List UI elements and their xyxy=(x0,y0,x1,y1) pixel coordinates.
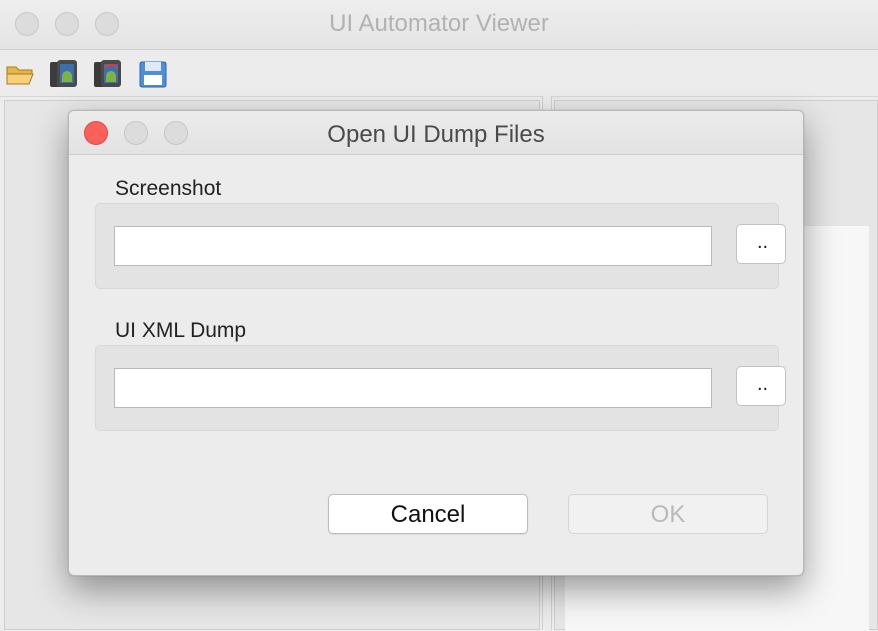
dialog-title: Open UI Dump Files xyxy=(327,121,545,148)
ok-button[interactable]: OK xyxy=(568,494,768,534)
xml-dump-group: .. xyxy=(95,345,786,431)
toolbar xyxy=(0,50,878,97)
xml-dump-browse-button[interactable]: .. xyxy=(736,366,786,406)
cancel-button[interactable]: Cancel xyxy=(328,494,528,534)
screenshot-browse-button[interactable]: .. xyxy=(736,224,786,264)
device-screenshot-compressed-icon[interactable] xyxy=(92,59,126,89)
main-window-titlebar: UI Automator Viewer xyxy=(0,0,878,50)
open-folder-icon[interactable] xyxy=(4,59,38,89)
device-screenshot-icon[interactable] xyxy=(48,59,82,89)
screenshot-path-field[interactable] xyxy=(114,226,712,266)
xml-dump-label: UI XML Dump xyxy=(115,319,247,342)
open-ui-dump-dialog: Open UI Dump Files Screenshot .. UI XML … xyxy=(68,110,804,576)
window-title: UI Automator Viewer xyxy=(329,10,549,37)
cancel-button-label: Cancel xyxy=(390,501,466,528)
save-icon[interactable] xyxy=(136,59,170,89)
ok-button-label: OK xyxy=(650,501,686,528)
screenshot-group: .. xyxy=(95,203,786,289)
dialog-titlebar: Open UI Dump Files xyxy=(69,111,803,155)
xml-dump-path-field[interactable] xyxy=(114,368,712,408)
screenshot-label: Screenshot xyxy=(115,177,222,200)
